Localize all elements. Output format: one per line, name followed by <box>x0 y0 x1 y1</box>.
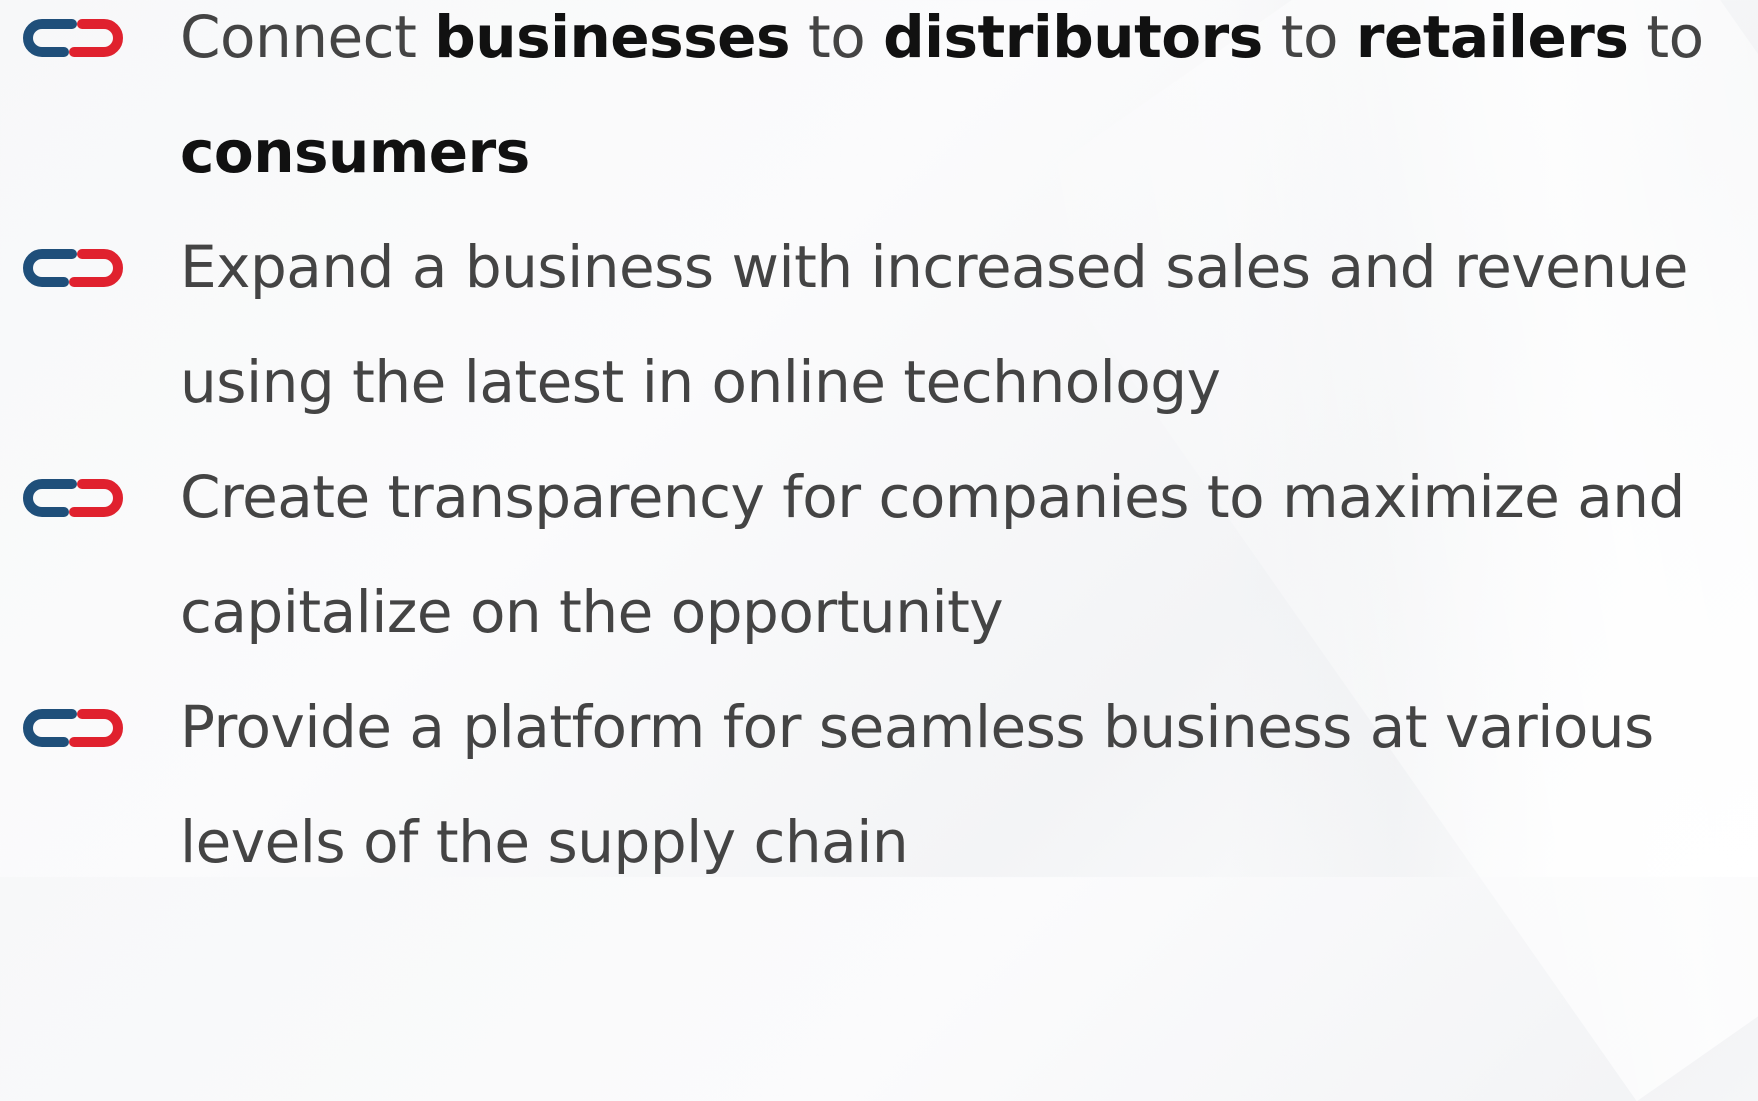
chain-link-icon <box>23 249 123 287</box>
chain-link-icon <box>23 19 123 57</box>
chain-link-icon <box>23 479 123 517</box>
bullet-list: Connect businesses to distributors to re… <box>0 0 1758 877</box>
bullet-text: Provide a platform for seamless business… <box>180 693 1654 876</box>
bullet-text: Connect businesses to distributors to re… <box>180 3 1704 186</box>
chain-link-icon <box>23 709 123 747</box>
bullet-text: Create transparency for companies to max… <box>180 463 1685 646</box>
bullet-text: Expand a business with increased sales a… <box>180 233 1688 416</box>
